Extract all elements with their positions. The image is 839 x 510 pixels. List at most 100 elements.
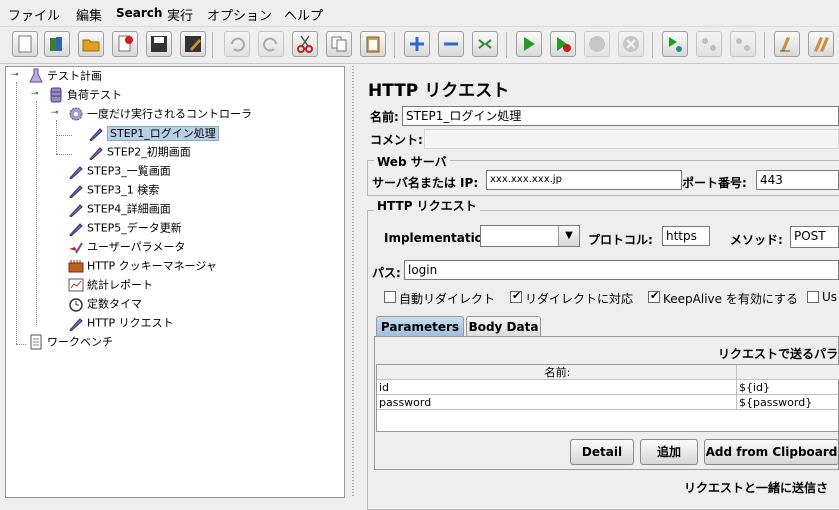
- new-button[interactable]: [12, 31, 38, 57]
- chevron-down-icon[interactable]: ▼: [558, 226, 579, 246]
- shutdown-button[interactable]: [618, 31, 644, 57]
- cookie-icon: [68, 258, 84, 274]
- tree-connector: [16, 344, 26, 345]
- clear-button[interactable]: [774, 31, 800, 57]
- shutdown-icon: [623, 36, 639, 52]
- table-cell-value[interactable]: ${password}: [737, 395, 839, 410]
- templates-button[interactable]: [44, 31, 70, 57]
- name-field[interactable]: STEP1_ログイン処理: [402, 106, 839, 126]
- tree-node-step2-initial[interactable]: STEP2_初期画面: [88, 143, 191, 161]
- tree-node-step3-list[interactable]: STEP3_一覧画面: [68, 162, 171, 180]
- tree-node-constant-timer[interactable]: 定数タイマ: [68, 295, 142, 312]
- tree-connector: [56, 120, 57, 154]
- implementation-select[interactable]: ▼: [480, 225, 580, 247]
- tree-node-step4-detail[interactable]: STEP4_詳細画面: [68, 200, 171, 218]
- toolbar-separator: [212, 32, 213, 58]
- menu-file[interactable]: ファイル: [8, 5, 60, 24]
- start-button[interactable]: [516, 31, 542, 57]
- menu-search[interactable]: Search: [116, 6, 162, 20]
- new-icon: [18, 35, 32, 53]
- collapse-button[interactable]: [438, 31, 464, 57]
- tree-expander[interactable]: ⊸: [11, 70, 19, 80]
- cut-icon: [297, 35, 313, 53]
- stop-button[interactable]: [584, 31, 610, 57]
- save-button[interactable]: [146, 31, 172, 57]
- copy-button[interactable]: [326, 31, 352, 57]
- tree-node-label: 一度だけ実行されるコントローラ: [87, 107, 252, 121]
- multipart-checkbox[interactable]: [807, 291, 819, 303]
- toolbar: [0, 26, 839, 64]
- menu-run[interactable]: 実行: [167, 5, 193, 24]
- tree-expander[interactable]: ⊸: [51, 108, 59, 118]
- open-button[interactable]: [78, 31, 104, 57]
- implementation-value: [481, 226, 484, 240]
- tree-connector: [36, 101, 37, 325]
- tree-node-http-request[interactable]: HTTP リクエスト: [68, 314, 174, 332]
- paste-button[interactable]: [360, 31, 386, 57]
- keepalive-checkbox[interactable]: [648, 289, 660, 303]
- port-field[interactable]: 443: [756, 170, 839, 190]
- detail-button[interactable]: Detail: [570, 439, 634, 465]
- tree-node-label: STEP4_詳細画面: [87, 202, 171, 216]
- close-button[interactable]: [112, 31, 138, 57]
- split-pane-divider[interactable]: [349, 66, 357, 498]
- toolbar-separator: [652, 32, 653, 58]
- expand-button[interactable]: [404, 31, 430, 57]
- tree-node-once-only-controller[interactable]: 一度だけ実行されるコントローラ: [68, 105, 252, 122]
- table-cell-name[interactable]: id: [377, 380, 737, 395]
- table-cell-name[interactable]: password: [377, 395, 737, 410]
- tree-node-step1-login[interactable]: STEP1_ログイン処理: [88, 124, 219, 142]
- cut-button[interactable]: [292, 31, 318, 57]
- tree-node-load-test[interactable]: 負荷テスト: [48, 86, 122, 103]
- start-no-pause-button[interactable]: [550, 31, 576, 57]
- remote-start-button[interactable]: [662, 31, 688, 57]
- param-icon: [68, 239, 84, 255]
- protocol-field[interactable]: https: [662, 226, 710, 246]
- save-as-button[interactable]: [180, 31, 206, 57]
- redo-button[interactable]: [258, 31, 284, 57]
- auto-redirect-checkbox[interactable]: [384, 291, 396, 303]
- follow-redirect-label: リダイレクトに対応: [525, 292, 634, 306]
- server-field[interactable]: xxx.xxx.xxx.jp: [486, 170, 682, 190]
- tree-node-summary-report[interactable]: 統計レポート: [68, 276, 153, 293]
- path-label: パス:: [372, 266, 401, 280]
- menu-help[interactable]: ヘルプ: [284, 5, 323, 24]
- remote-stop-button[interactable]: [696, 31, 722, 57]
- test-plan-tree: ⊸ ⊸ ⊸ テスト計画 負荷テスト 一度だけ実行されるコントローラ STEP1_…: [5, 66, 345, 498]
- tree-node-test-plan[interactable]: テスト計画: [28, 67, 102, 84]
- pipette-icon: [68, 201, 84, 218]
- table-cell-value[interactable]: ${id}: [737, 380, 839, 395]
- toggle-icon: [478, 39, 492, 49]
- menu-bar: ファイル 編集 Search 実行 オプション ヘルプ: [0, 0, 839, 26]
- column-header-value[interactable]: [737, 365, 839, 380]
- method-select[interactable]: POST: [790, 226, 839, 248]
- redo-icon: [263, 37, 277, 52]
- menu-options[interactable]: オプション: [207, 5, 272, 24]
- tab-parameters[interactable]: Parameters: [376, 316, 464, 336]
- tree-expander[interactable]: ⊸: [31, 89, 39, 99]
- column-header-name[interactable]: 名前:: [377, 365, 737, 380]
- tree-node-label: STEP3_一覧画面: [87, 164, 171, 178]
- tree-node-workbench[interactable]: ワークベンチ: [28, 333, 113, 350]
- keepalive-label: KeepAlive を有効にする: [663, 292, 798, 306]
- tree-node-step5-update[interactable]: STEP5_データ更新: [68, 219, 182, 237]
- tree-node-cookie-manager[interactable]: HTTP クッキーマネージャ: [68, 257, 217, 274]
- tree-node-user-parameters[interactable]: ユーザーパラメータ: [68, 238, 185, 255]
- menu-edit[interactable]: 編集: [76, 5, 102, 24]
- remote-shutdown-button[interactable]: [730, 31, 756, 57]
- remote-shutdown-icon: [736, 38, 750, 51]
- tree-node-step3-1-search[interactable]: STEP3_1 検索: [68, 181, 159, 199]
- path-field[interactable]: login: [404, 260, 839, 280]
- clear-all-button[interactable]: [808, 31, 834, 57]
- tab-body-data[interactable]: Body Data: [466, 316, 541, 336]
- follow-redirect-checkbox[interactable]: [510, 289, 522, 303]
- parameters-table: 名前: id ${id} password ${password}: [376, 364, 839, 432]
- http-request-panel: HTTP リクエスト 名前: STEP1_ログイン処理 コメント: Web サー…: [358, 66, 839, 510]
- add-from-clipboard-button[interactable]: Add from Clipboard: [704, 439, 839, 465]
- add-button[interactable]: 追加: [640, 439, 698, 465]
- tree-node-label: HTTP クッキーマネージャ: [87, 259, 217, 273]
- comment-field[interactable]: [424, 129, 839, 149]
- send-with-request-heading: リクエストと一緒に送信さ: [684, 481, 829, 495]
- toggle-button[interactable]: [472, 31, 498, 57]
- undo-button[interactable]: [224, 31, 250, 57]
